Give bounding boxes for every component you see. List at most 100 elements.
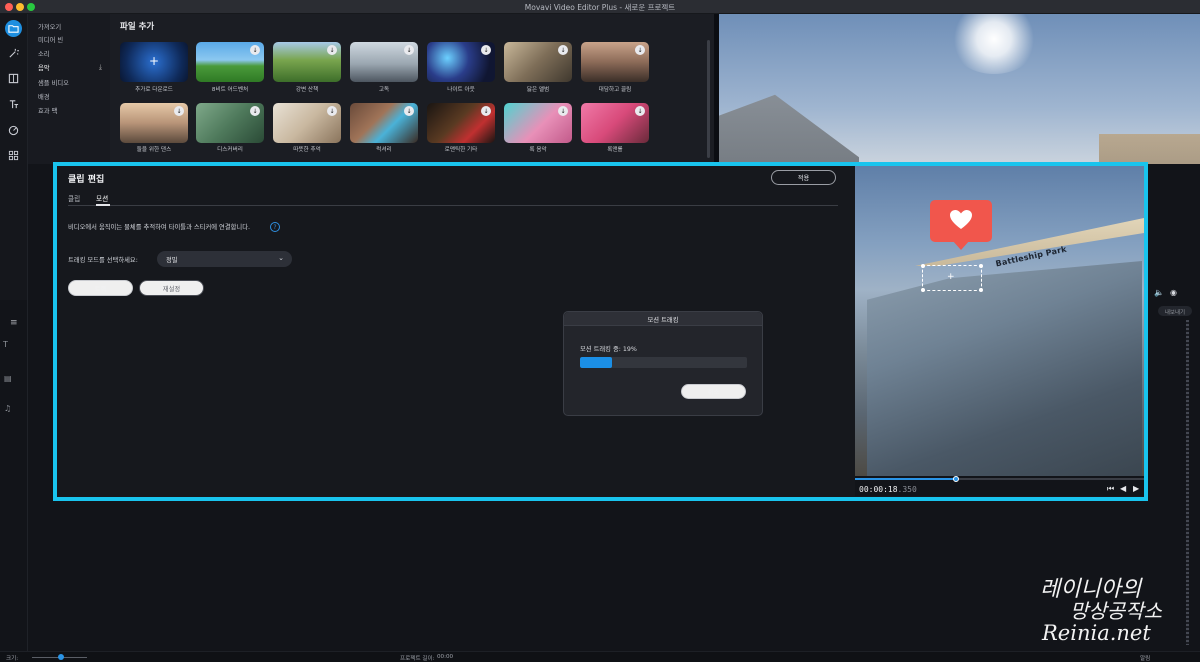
- magic-wand-icon: [9, 48, 19, 58]
- media-thumb-rock-music[interactable]: ↓: [504, 103, 572, 143]
- download-icon[interactable]: ↓: [635, 45, 645, 55]
- apply-button[interactable]: 적용: [771, 170, 836, 185]
- dialog-seek-bar[interactable]: 00:00:18.350 ⏮ ◀ ▶: [855, 476, 1144, 496]
- tab-clip[interactable]: 클립: [68, 193, 80, 203]
- download-icon[interactable]: ↓: [635, 106, 645, 116]
- watermark: 레이니아의 망상공작소 Reinia.net: [1040, 578, 1162, 644]
- download-icon[interactable]: ↓: [558, 45, 568, 55]
- handle[interactable]: [979, 264, 983, 268]
- category-label: 배경: [38, 94, 50, 101]
- tracking-mode-value: 정밀: [166, 256, 178, 264]
- media-scrollbar[interactable]: [707, 40, 710, 158]
- heart-sticker[interactable]: [930, 200, 992, 242]
- dialog-title: 클립 편집: [68, 175, 105, 185]
- add-track-icon[interactable]: ≡: [10, 318, 18, 328]
- download-icon[interactable]: ↓: [250, 106, 260, 116]
- download-more-tile[interactable]: +: [120, 42, 188, 82]
- step-back-icon[interactable]: ◀: [1120, 484, 1126, 493]
- seek-knob[interactable]: [953, 476, 959, 482]
- media-item-label: 대담하고 끌림: [598, 87, 632, 93]
- track-button[interactable]: 트랙: [68, 280, 133, 296]
- media-thumb-discovery[interactable]: ↓: [196, 103, 264, 143]
- watermark-line1: 레이니아의: [1040, 577, 1142, 602]
- category-effect-packs[interactable]: 효과 팩: [38, 106, 106, 116]
- folder-icon: [8, 25, 19, 33]
- category-label: 효과 팩: [38, 108, 58, 115]
- download-icon[interactable]: ↓: [404, 106, 414, 116]
- download-icon[interactable]: ⤓: [99, 63, 102, 72]
- download-icon[interactable]: ↓: [250, 45, 260, 55]
- tracking-box[interactable]: +: [921, 264, 983, 292]
- media-thumb-warm-memories[interactable]: ↓: [273, 103, 341, 143]
- project-length-label: 프로젝트 길이:: [400, 656, 435, 662]
- download-icon[interactable]: ↓: [481, 106, 491, 116]
- zoom-slider-knob[interactable]: [58, 654, 64, 660]
- download-icon[interactable]: ↓: [558, 106, 568, 116]
- crosshair-icon: +: [947, 272, 955, 282]
- category-import[interactable]: 가져오기: [38, 22, 106, 32]
- volume-icon[interactable]: 🔈: [1154, 288, 1164, 297]
- handle[interactable]: [921, 264, 925, 268]
- transitions-tool-button[interactable]: [5, 70, 22, 87]
- media-thumb-luxury[interactable]: ↓: [350, 103, 418, 143]
- media-thumb-night-out[interactable]: ↓: [427, 42, 495, 82]
- notifications-label[interactable]: 알림: [1140, 654, 1150, 662]
- media-item-label: 추가로 다운로드: [135, 87, 173, 93]
- media-thumb-romantic-guitar[interactable]: ↓: [427, 103, 495, 143]
- download-icon[interactable]: ↓: [327, 45, 337, 55]
- building-shape: [867, 261, 1142, 476]
- effects-tool-button[interactable]: [5, 45, 22, 62]
- help-icon[interactable]: ?: [270, 222, 280, 232]
- plus-icon: +: [148, 54, 160, 68]
- camera-icon[interactable]: ◉: [1170, 288, 1177, 297]
- category-media-bin[interactable]: 미디어 빈: [38, 35, 106, 45]
- media-item-label: 로맨틱한 기타: [444, 147, 478, 153]
- media-item-label: 록 음악: [529, 147, 547, 153]
- seek-remaining: [955, 478, 1144, 480]
- title-track-icon: T: [3, 340, 8, 349]
- download-icon[interactable]: ↓: [404, 45, 414, 55]
- play-icon[interactable]: ▶: [1133, 484, 1139, 493]
- more-tools-button[interactable]: [5, 147, 22, 164]
- download-icon[interactable]: ↓: [327, 106, 337, 116]
- media-thumb-dance[interactable]: ↓: [120, 103, 188, 143]
- dialog-tabs: 클립 모션: [68, 192, 838, 206]
- tracking-mode-select[interactable]: 정밀 ⌄: [157, 251, 292, 267]
- media-thumb-solitude[interactable]: ↓: [350, 42, 418, 82]
- chevron-down-icon: ⌄: [278, 254, 284, 262]
- media-thumb-rock-and-roll[interactable]: ↓: [581, 103, 649, 143]
- category-sound[interactable]: 소리: [38, 49, 106, 59]
- media-item-label: 고독: [378, 87, 390, 93]
- sticker-icon: [8, 125, 19, 136]
- media-item-label: 8비트 어드벤처: [211, 87, 249, 93]
- media-thumb-riverside[interactable]: ↓: [273, 42, 341, 82]
- category-backgrounds[interactable]: 배경: [38, 92, 106, 102]
- download-icon[interactable]: ↓: [481, 45, 491, 55]
- timecode: 00:00:18.350: [859, 485, 917, 494]
- heart-icon: [950, 210, 972, 229]
- download-icon[interactable]: ↓: [174, 106, 184, 116]
- media-item-label: 둘을 위한 댄스: [136, 147, 172, 153]
- category-music[interactable]: 음악 ⤓: [38, 63, 106, 73]
- watermark-line2: 망상공작소: [1070, 599, 1162, 624]
- stickers-tool-button[interactable]: [5, 122, 22, 139]
- skip-start-icon[interactable]: ⏮: [1107, 484, 1114, 494]
- reset-button[interactable]: 재설정: [139, 280, 204, 296]
- category-label: 가져오기: [38, 24, 62, 31]
- media-thumb-worn-album[interactable]: ↓: [504, 42, 572, 82]
- timecode-ms: .350: [897, 485, 917, 494]
- import-tool-button[interactable]: [5, 20, 22, 37]
- tab-motion[interactable]: 모션: [96, 193, 108, 203]
- cancel-button[interactable]: 취소: [681, 384, 746, 399]
- titles-tool-button[interactable]: [5, 96, 22, 113]
- media-item-label: 닳은 앨범: [526, 87, 550, 93]
- export-button[interactable]: 내보내기: [1158, 306, 1192, 316]
- media-item-label: 강변 산책: [295, 87, 319, 93]
- category-sample-video[interactable]: 샘플 비디오: [38, 78, 106, 88]
- category-label: 소리: [38, 51, 50, 58]
- category-label: 미디어 빈: [38, 37, 64, 44]
- media-thumb-bold[interactable]: ↓: [581, 42, 649, 82]
- media-thumb-8bit[interactable]: ↓: [196, 42, 264, 82]
- handle[interactable]: [921, 288, 925, 292]
- handle[interactable]: [979, 288, 983, 292]
